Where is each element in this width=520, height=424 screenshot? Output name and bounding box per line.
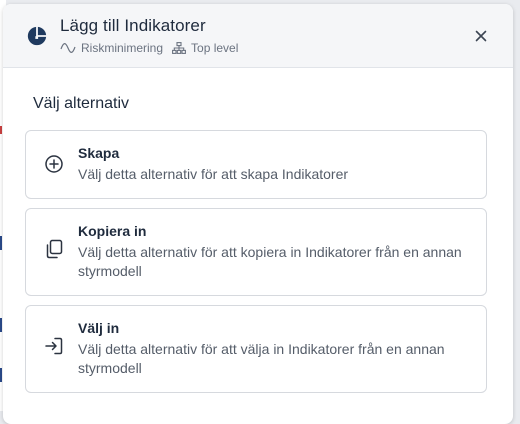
background-marker	[0, 126, 2, 134]
option-create[interactable]: Skapa Välj detta alternativ för att skap…	[25, 130, 487, 199]
category-label: Riskminimering	[81, 41, 164, 55]
background-marker	[0, 368, 2, 382]
option-title: Välj in	[78, 320, 120, 336]
option-title: Skapa	[78, 145, 120, 161]
option-select-in[interactable]: Välj in Välj detta alternativ för att vä…	[25, 305, 487, 393]
background-marker	[0, 236, 2, 250]
wave-icon	[60, 43, 76, 53]
dialog-header: Lägg till Indikatorer Riskminimering Top…	[3, 4, 513, 68]
category-meta: Riskminimering	[60, 41, 163, 55]
level-label: Top level	[191, 41, 239, 55]
close-icon[interactable]	[471, 26, 491, 46]
plus-circle-icon	[45, 155, 63, 173]
import-arrow-icon	[45, 337, 63, 355]
option-description: Välj detta alternativ för att kopiera in…	[78, 244, 462, 279]
background-marker	[0, 318, 2, 332]
dialog-title: Lägg till Indikatorer	[60, 16, 206, 35]
option-description: Välj detta alternativ för att skapa Indi…	[78, 166, 349, 182]
dialog-meta: Riskminimering Top level	[60, 41, 238, 55]
option-description: Välj detta alternativ för att välja in I…	[78, 341, 445, 376]
level-meta: Top level	[172, 41, 238, 55]
hierarchy-icon	[172, 42, 186, 54]
option-title: Kopiera in	[78, 223, 147, 239]
option-copy-in[interactable]: Kopiera in Välj detta alternativ för att…	[25, 208, 487, 296]
section-heading: Välj alternativ	[33, 95, 130, 112]
add-indicators-dialog: Lägg till Indikatorer Riskminimering Top…	[3, 4, 513, 424]
copy-icon	[46, 239, 63, 259]
pie-chart-icon	[27, 26, 47, 46]
